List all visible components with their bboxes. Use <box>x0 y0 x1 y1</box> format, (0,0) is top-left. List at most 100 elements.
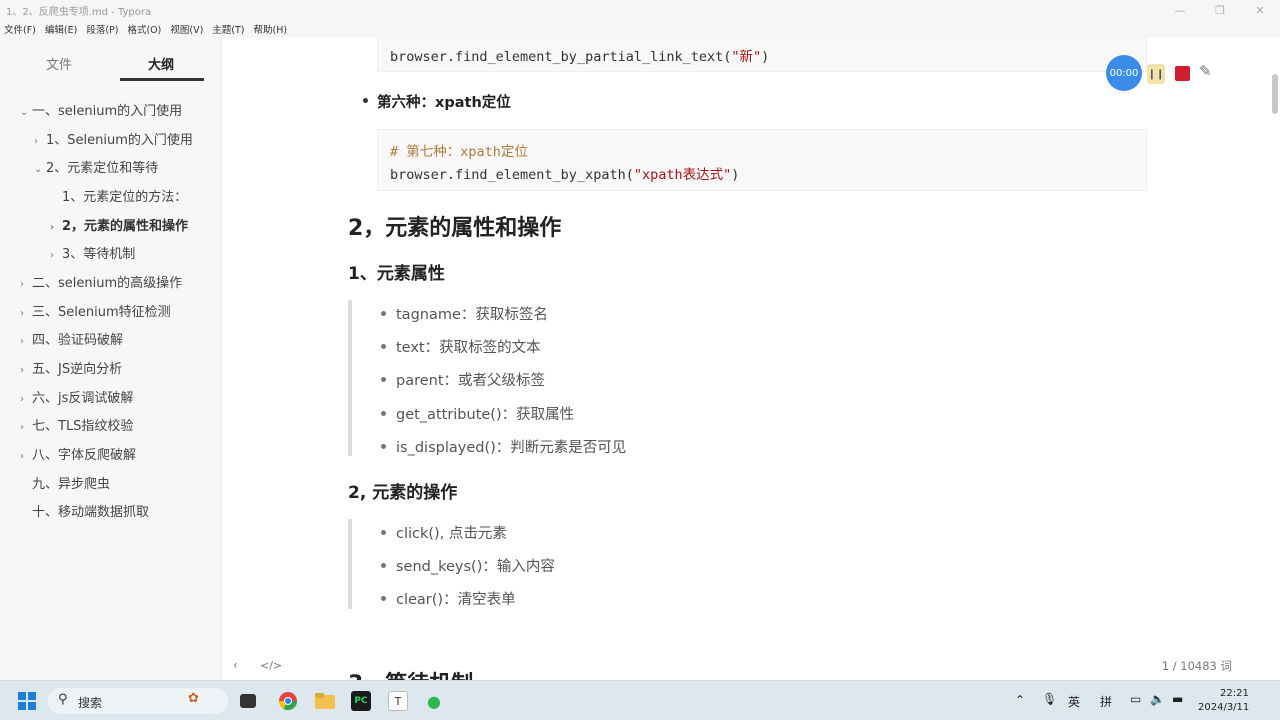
ime-mode[interactable]: 拼 <box>1100 693 1112 710</box>
windows-start-icon[interactable] <box>17 691 37 711</box>
bullet-marker <box>381 563 386 568</box>
pause-icon[interactable]: ❙❙ <box>1147 64 1165 84</box>
active-tab-indicator <box>120 78 204 81</box>
menu-help[interactable]: 帮助(H) <box>254 22 288 36</box>
chevron-right-icon[interactable]: › <box>50 222 62 233</box>
outline-item[interactable]: › 三、Selenium特征检测 <box>20 301 171 320</box>
chevron-right-icon[interactable]: › <box>20 422 32 433</box>
code-block[interactable]: browser.find_element_by_partial_link_tex… <box>377 38 1147 72</box>
menu-bar: 文件(F) 编辑(E) 段落(P) 格式(O) 视图(V) 主题(T) 帮助(H… <box>0 20 1280 38</box>
list-item: is_displayed()：判断元素是否可见 <box>396 440 627 456</box>
chevron-down-icon[interactable]: ⌄ <box>20 107 32 118</box>
list-item: click(), 点击元素 <box>396 526 507 542</box>
list-item: clear()：清空表单 <box>396 592 516 608</box>
heading-2: 3、等待机制 <box>348 666 473 680</box>
pycharm-icon[interactable]: PC <box>351 691 371 711</box>
ime-language[interactable]: 英 <box>1068 693 1080 710</box>
bullet-marker <box>381 377 386 382</box>
chevron-right-icon[interactable]: › <box>20 308 32 319</box>
title-bar: 1、2、反爬虫专项.md - Typora <box>0 0 1280 20</box>
minimize-button[interactable]: — <box>1160 0 1200 20</box>
code-block[interactable]: # 第七种：xpath定位 browser.find_element_by_xp… <box>377 129 1147 191</box>
recorder-timer[interactable]: 00:00 <box>1106 55 1142 91</box>
outline-item[interactable]: › 六、js反调试破解 <box>20 387 133 406</box>
list-item: parent：或者父级标签 <box>396 373 546 389</box>
battery-icon[interactable]: ▬ <box>1172 692 1183 706</box>
file-explorer-icon[interactable] <box>315 691 335 711</box>
search-input[interactable]: ⚲ 搜索 ✿ <box>48 688 228 714</box>
chevron-left-icon[interactable]: ‹ <box>233 658 238 672</box>
outline-item[interactable]: › 四、验证码破解 <box>20 329 123 348</box>
menu-format[interactable]: 格式(O) <box>127 22 161 36</box>
menu-theme[interactable]: 主题(T) <box>212 22 244 36</box>
bullet-marker <box>381 444 386 449</box>
taskbar: ⚲ 搜索 ✿ PC T ● ⌃ 🎙 英 拼 ▭ 🔈 ▬ 22:21 2024/3… <box>0 680 1280 720</box>
search-placeholder: 搜索 <box>78 696 103 710</box>
bullet-marker <box>363 98 368 103</box>
heading-3: 2, 元素的操作 <box>348 483 458 503</box>
chevron-right-icon[interactable]: › <box>50 250 62 261</box>
source-code-icon[interactable]: </> <box>260 659 282 672</box>
outline-item[interactable]: ⌄ 2、元素定位和等待 <box>34 157 158 176</box>
chevron-down-icon[interactable]: ⌄ <box>34 164 46 175</box>
volume-icon[interactable]: 🔈 <box>1150 692 1165 706</box>
menu-file[interactable]: 文件(F) <box>4 22 36 36</box>
word-count[interactable]: 1 / 10483 词 <box>1162 658 1232 674</box>
heading-3: 1、元素属性 <box>348 264 445 284</box>
tab-files[interactable]: 文件 <box>46 54 72 73</box>
code-line: browser.find_element_by_partial_link_tex… <box>390 49 770 65</box>
menu-paragraph[interactable]: 段落(P) <box>86 22 118 36</box>
network-icon[interactable]: ▭ <box>1130 692 1141 706</box>
microphone-icon[interactable]: 🎙 <box>1042 692 1057 706</box>
outline-item[interactable]: › 二、selenium的高级操作 <box>20 272 182 291</box>
heading-2: 2，元素的属性和操作 <box>348 216 562 241</box>
chevron-up-icon[interactable]: ⌃ <box>1015 693 1025 707</box>
bullet-item: 第六种：xpath定位 <box>377 95 511 111</box>
outline-item[interactable]: › 3、等待机制 <box>50 243 135 262</box>
outline-item[interactable]: › 五、JS逆向分析 <box>20 358 122 377</box>
outline-item[interactable]: › 八、字体反爬破解 <box>20 444 136 463</box>
search-icon: ⚲ <box>58 692 68 707</box>
outline-item[interactable]: ⌄ 一、selenium的入门使用 <box>20 100 182 119</box>
outline-item[interactable]: › 七、TLS指纹校验 <box>20 415 133 434</box>
typora-icon[interactable]: T <box>388 691 408 711</box>
close-button[interactable]: ✕ <box>1240 0 1280 20</box>
wechat-icon[interactable]: ● <box>424 691 444 711</box>
scrollbar[interactable] <box>1272 74 1278 114</box>
chevron-right-icon[interactable]: › <box>20 336 32 347</box>
chevron-right-icon[interactable]: › <box>20 365 32 376</box>
outline-item[interactable]: 十、移动端数据抓取 <box>20 501 149 520</box>
window-title: 1、2、反爬虫专项.md - Typora <box>6 6 152 18</box>
clock-date[interactable]: 2024/3/11 <box>1198 702 1249 713</box>
menu-view[interactable]: 视图(V) <box>170 22 203 36</box>
outline-item[interactable]: 九、异步爬虫 <box>20 473 110 492</box>
pen-icon[interactable]: ✎ <box>1199 62 1212 80</box>
bullet-marker <box>381 344 386 349</box>
blockquote-bar <box>348 300 352 456</box>
code-comment: # 第七种：xpath定位 <box>390 144 528 160</box>
sidebar: 文件 大纲 ⌄ 一、selenium的入门使用 › 1、Selenium的入门使用 … <box>0 38 222 680</box>
code-line: browser.find_element_by_xpath("xpath表达式"… <box>390 167 740 183</box>
clock-time[interactable]: 22:21 <box>1220 688 1249 699</box>
menu-edit[interactable]: 编辑(E) <box>45 22 77 36</box>
task-view-icon[interactable] <box>240 694 256 708</box>
chevron-right-icon[interactable]: › <box>20 279 32 290</box>
outline-item[interactable]: 1、元素定位的方法： <box>50 186 187 205</box>
maximize-button[interactable]: ❐ <box>1200 0 1240 20</box>
editor-pane[interactable]: browser.find_element_by_partial_link_tex… <box>223 38 1280 680</box>
list-item: tagname：获取标签名 <box>396 307 548 323</box>
chevron-right-icon[interactable]: › <box>34 136 46 147</box>
list-item: get_attribute()：获取属性 <box>396 407 575 423</box>
bullet-marker <box>381 596 386 601</box>
outline-item-active[interactable]: › 2，元素的属性和操作 <box>50 215 188 234</box>
chrome-icon[interactable] <box>278 691 298 711</box>
chevron-right-icon[interactable]: › <box>20 394 32 405</box>
bullet-marker <box>381 530 386 535</box>
chevron-right-icon[interactable]: › <box>20 451 32 462</box>
bullet-marker <box>381 311 386 316</box>
stop-icon[interactable] <box>1175 66 1190 81</box>
outline-item[interactable]: › 1、Selenium的入门使用 <box>34 129 193 148</box>
sidebar-tabs: 文件 大纲 <box>0 38 222 86</box>
tab-outline[interactable]: 大纲 <box>148 54 174 73</box>
bullet-marker <box>381 411 386 416</box>
